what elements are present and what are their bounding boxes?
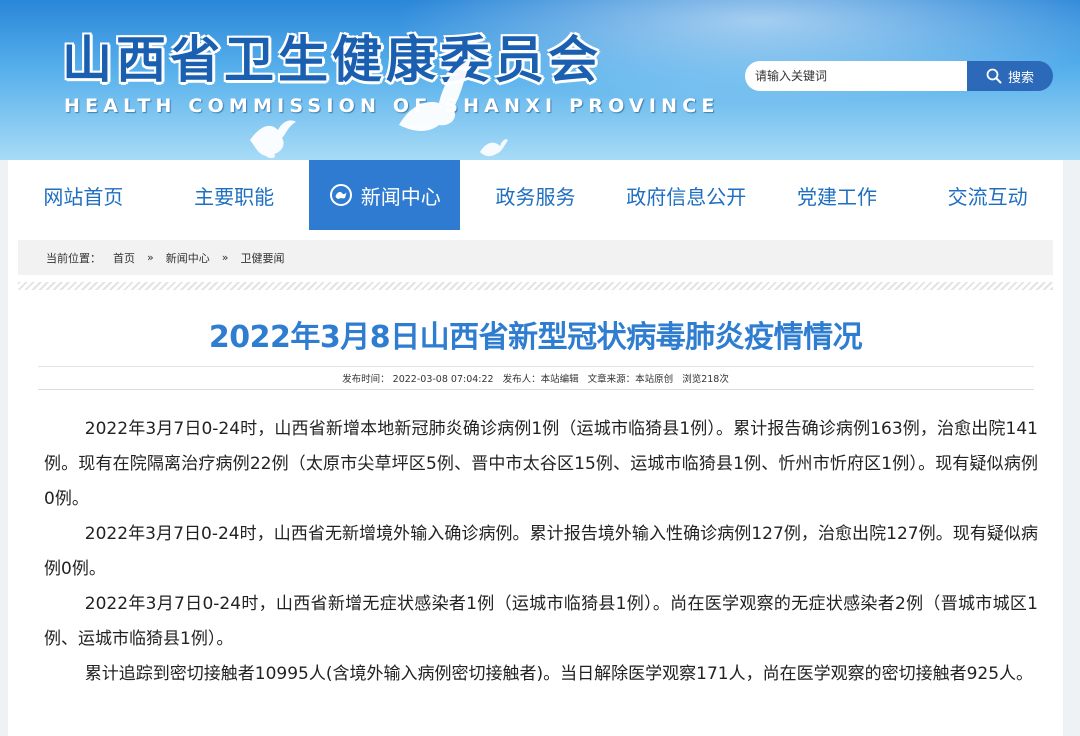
search-box: 搜索	[745, 61, 1053, 91]
nav-item-interaction[interactable]: 交流互动	[912, 160, 1063, 230]
article-title: 2022年3月8日山西省新型冠状病毒肺炎疫情情况	[208, 320, 863, 355]
breadcrumb-separator: »	[147, 251, 154, 264]
article-paragraph: 2022年3月7日0-24时，山西省新增无症状感染者1例（运城市临猗县1例）。尚…	[44, 594, 1038, 649]
search-button[interactable]: 搜索	[967, 61, 1053, 91]
globe-icon	[329, 184, 352, 206]
breadcrumb-label: 当前位置：	[46, 251, 101, 265]
title-divider	[38, 366, 1034, 367]
view-count: 浏览218次	[682, 374, 729, 385]
dove-icon	[250, 120, 296, 159]
article-paragraph: 2022年3月7日0-24时，山西省新增本地新冠肺炎确诊病例1例（运城市临猗县1…	[44, 419, 1038, 509]
article-body: 2022年3月7日0-24时，山西省新增本地新冠肺炎确诊病例1例（运城市临猗县1…	[44, 412, 1038, 692]
nav-item-functions[interactable]: 主要职能	[159, 160, 310, 230]
article-paragraph: 2022年3月7日0-24时，山西省无新增境外输入确诊病例。累计报告境外输入性确…	[44, 524, 1038, 579]
breadcrumb-separator: »	[221, 251, 229, 264]
nav-item-label: 主要职能	[194, 184, 275, 209]
breadcrumb-link-home[interactable]: 首页	[113, 250, 135, 266]
publisher: 发布人：本站编辑	[502, 374, 579, 385]
nav-item-label: 新闻中心	[360, 184, 441, 209]
publish-time: 发布时间： 2022-03-08 07:04:22	[342, 374, 494, 385]
main-nav: 网站首页 主要职能 新闻中心 政务服务 政府信息公开 党建工作 交流互动	[8, 160, 1063, 230]
dove-icon	[399, 59, 471, 131]
nav-item-home[interactable]: 网站首页	[8, 160, 159, 230]
nav-item-label: 政府信息公开	[626, 184, 747, 209]
breadcrumb-link-health-news[interactable]: 卫健要闻	[240, 250, 284, 266]
search-icon	[986, 68, 1002, 84]
nav-item-label: 网站首页	[43, 184, 124, 209]
article-source: 文章来源：本站原创	[587, 374, 674, 385]
meta-divider	[38, 389, 1034, 390]
site-header: 山西省卫生健康委员会 HEALTH COMMISSION OF SHANXI P…	[0, 0, 1080, 160]
nav-item-info-disclosure[interactable]: 政府信息公开	[611, 160, 762, 230]
nav-item-party-building[interactable]: 党建工作	[762, 160, 913, 230]
search-button-label: 搜索	[1007, 70, 1034, 86]
dove-icon	[480, 139, 508, 157]
breadcrumb-link-news-center[interactable]: 新闻中心	[166, 250, 210, 266]
article-meta: 发布时间： 2022-03-08 07:04:22 发布人：本站编辑 文章来源：…	[8, 371, 1063, 385]
decorative-divider	[18, 282, 1053, 290]
breadcrumb: 当前位置： 首页 » 新闻中心 » 卫健要闻	[18, 240, 1053, 275]
article-paragraph: 累计追踪到密切接触者10995人(含境外输入病例密切接触者)。当日解除医学观察1…	[84, 664, 1034, 684]
nav-item-gov-services[interactable]: 政务服务	[460, 160, 611, 230]
nav-item-label: 党建工作	[796, 184, 877, 209]
nav-item-label: 政务服务	[495, 184, 576, 209]
nav-item-label: 交流互动	[947, 184, 1028, 209]
nav-item-news-center[interactable]: 新闻中心	[309, 160, 461, 230]
main-content: 当前位置： 首页 » 新闻中心 » 卫健要闻 2022年3月8日山西省新型冠状病…	[8, 230, 1063, 736]
search-input[interactable]	[745, 61, 967, 91]
site-subtitle: HEALTH COMMISSION OF SHANXI PROVINCE	[64, 95, 720, 117]
site-title: 山西省卫生健康委员会	[62, 31, 602, 89]
